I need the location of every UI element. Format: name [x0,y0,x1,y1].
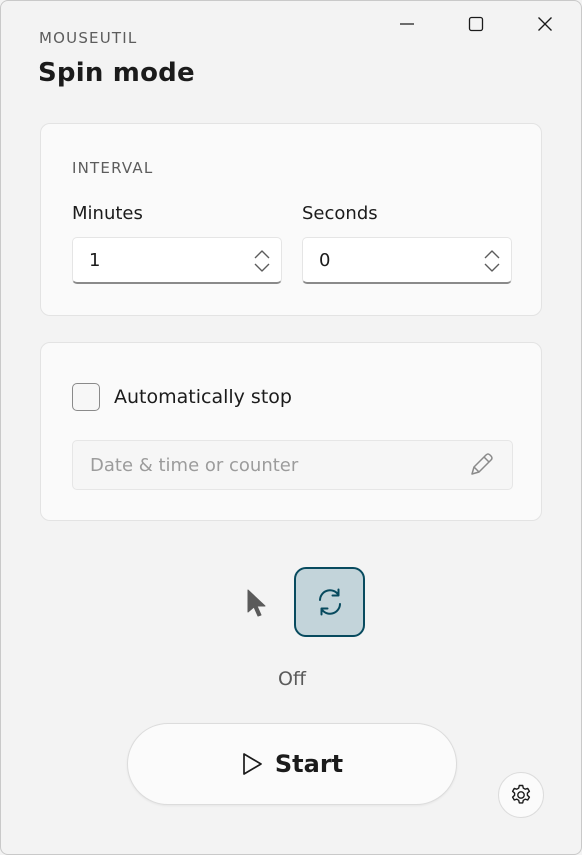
minutes-value: 1 [89,250,101,271]
pencil-icon[interactable] [466,450,496,480]
maximize-icon [468,16,484,32]
auto-stop-label[interactable]: Automatically stop [114,386,292,408]
page-title: Spin mode [38,58,195,88]
spin-arrows-icon[interactable] [483,249,501,273]
minutes-spinbox[interactable]: 1 [72,237,282,284]
start-button[interactable]: Start [127,723,457,805]
mouse-cursor-icon [247,589,266,617]
seconds-label: Seconds [302,203,378,224]
minimize-button[interactable] [373,1,441,47]
play-icon [243,753,262,775]
interval-card: INTERVAL Minutes 1 Seconds 0 [40,123,542,316]
settings-button[interactable] [498,772,544,818]
spin-arrows-icon[interactable] [253,249,271,273]
close-icon [538,17,552,31]
seconds-value: 0 [319,250,331,271]
minutes-label: Minutes [72,203,143,224]
auto-stop-input[interactable]: Date & time or counter [72,440,513,490]
close-button[interactable] [511,1,579,47]
start-label: Start [274,750,344,778]
gear-icon [511,784,531,804]
sync-icon [318,588,341,616]
seconds-spinbox[interactable]: 0 [302,237,512,284]
auto-stop-card: Automatically stop Date & time or counte… [40,342,542,521]
interval-section-label: INTERVAL [72,159,154,177]
app-window: MOUSEUTIL Spin mode INTERVAL Minutes 1 S… [0,0,582,855]
app-name: MOUSEUTIL [39,29,138,47]
status-text: Off [277,668,307,690]
auto-stop-placeholder: Date & time or counter [90,455,299,476]
auto-stop-checkbox[interactable] [72,383,100,411]
minimize-icon [400,23,414,25]
maximize-button[interactable] [442,1,510,47]
spin-toggle-button[interactable] [294,567,365,637]
